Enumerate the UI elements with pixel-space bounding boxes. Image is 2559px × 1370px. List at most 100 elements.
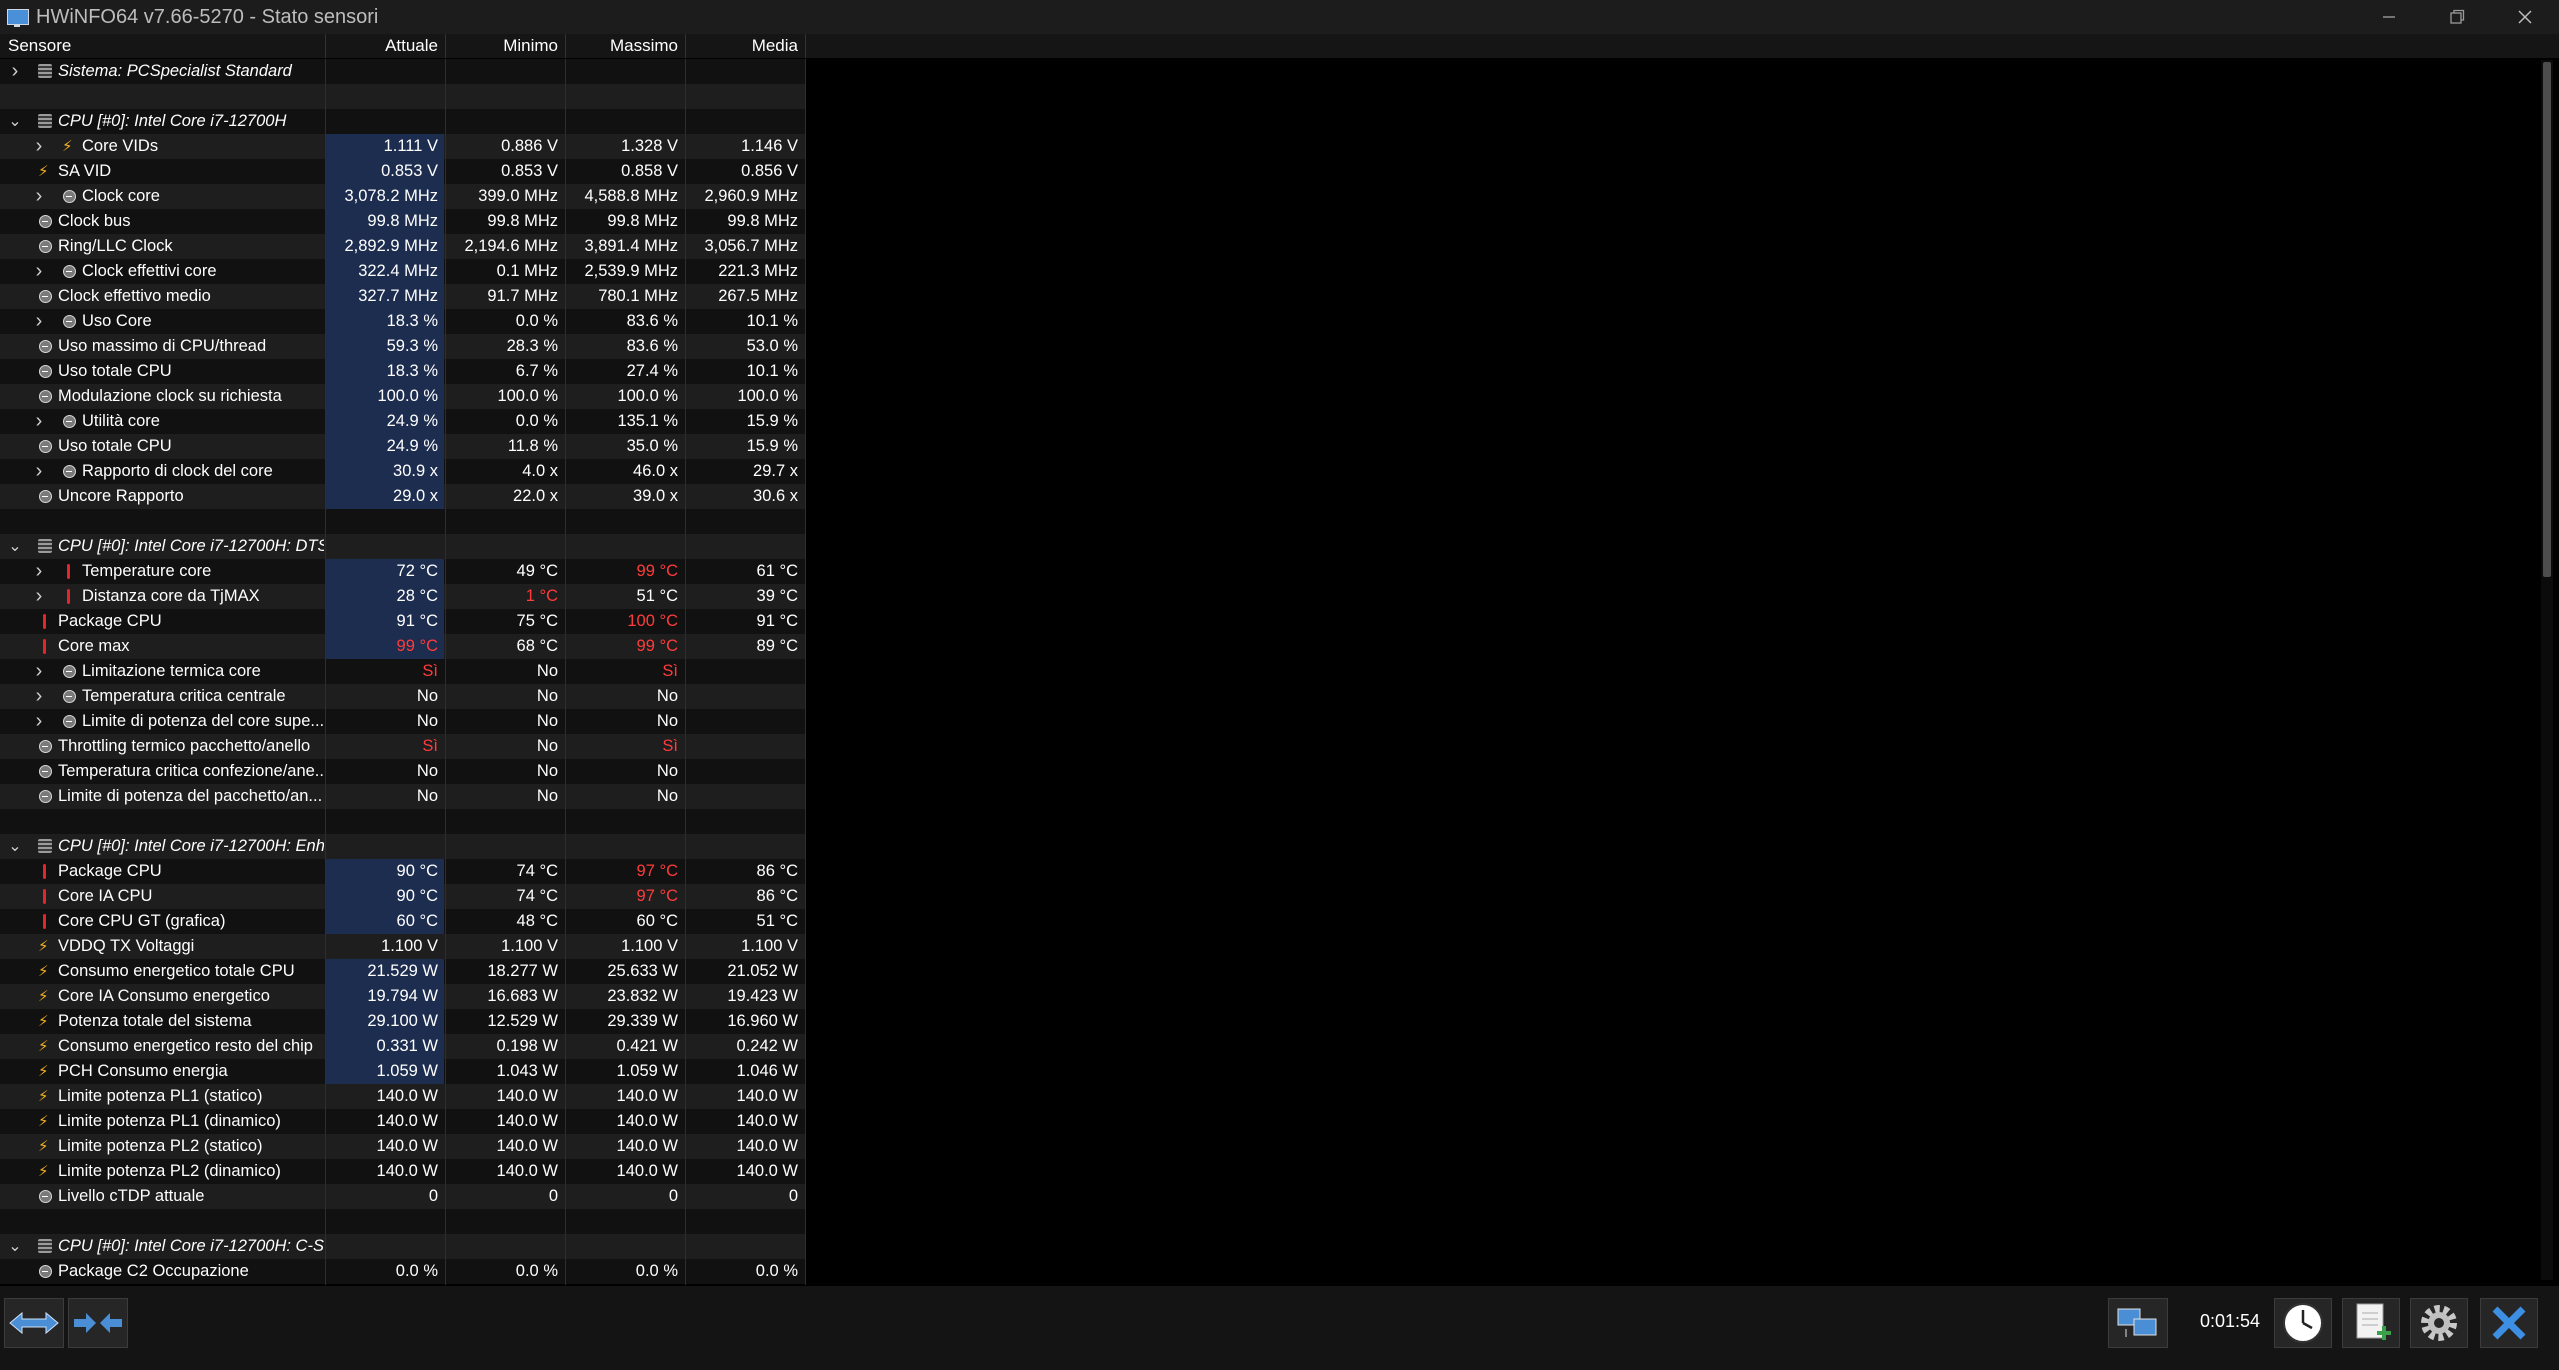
value-current: 1.059 W <box>326 1059 444 1084</box>
restore-button[interactable] <box>2423 0 2491 34</box>
header-max[interactable]: Massimo <box>566 34 678 58</box>
thermometer-icon <box>62 584 76 609</box>
header-sensor[interactable]: Sensore <box>8 34 71 58</box>
inward-arrows-icon <box>74 1313 122 1333</box>
value-max: 140.0 W <box>616 1162 678 1180</box>
value-avg: 0.0 % <box>755 1262 798 1280</box>
chevron-down-icon[interactable]: ⌄ <box>8 109 22 134</box>
value-min: 140.0 W <box>496 1087 558 1105</box>
hwinfo-app-icon <box>6 6 29 28</box>
value-avg <box>686 659 804 684</box>
value-current: Sì <box>422 662 438 680</box>
chevron-down-icon[interactable]: ⌄ <box>8 834 22 859</box>
chevron-right-icon[interactable]: › <box>32 584 46 609</box>
logging-button[interactable] <box>2342 1298 2400 1348</box>
header-current[interactable]: Attuale <box>326 34 438 58</box>
value-min: 48 °C <box>516 912 558 930</box>
sensor-name-cell: ⌄ CPU [#0]: Intel Core i7-12700H <box>0 109 324 134</box>
chevron-down-icon[interactable]: ⌄ <box>8 1234 22 1259</box>
value-max: 97 °C <box>636 862 678 880</box>
sensor-label: Limite potenza PL1 (statico) <box>58 1087 263 1105</box>
value-min: 74 °C <box>516 862 558 880</box>
value-max: 0 <box>668 1187 678 1205</box>
sensor-name-cell: Clock bus <box>0 209 324 234</box>
value-max: 0.421 W <box>616 1037 678 1055</box>
header-min[interactable]: Minimo <box>446 34 558 58</box>
close-window-button[interactable] <box>2491 0 2559 34</box>
chevron-right-icon[interactable]: › <box>32 684 46 709</box>
value-max: 140.0 W <box>616 1137 678 1155</box>
value-min: 68 °C <box>516 637 558 655</box>
sensor-label: Clock core <box>82 187 160 205</box>
sensor-name-cell: Core max <box>0 634 324 659</box>
sensor-name-cell: Clock effettivo medio <box>0 284 324 309</box>
clock-icon <box>38 484 52 509</box>
close-icon <box>2518 10 2532 24</box>
close-sensors-button[interactable] <box>2480 1298 2538 1348</box>
network-button[interactable] <box>2108 1298 2168 1348</box>
value-min: 0.198 W <box>496 1037 558 1055</box>
chevron-right-icon[interactable]: › <box>32 309 46 334</box>
clock-reset-button[interactable] <box>2274 1298 2332 1348</box>
sensor-label: Limite di potenza del core supe... <box>82 712 324 730</box>
sensor-name-cell: Core IA CPU <box>0 884 324 909</box>
value-current: 29.0 x <box>326 484 444 509</box>
chevron-right-icon[interactable]: › <box>32 659 46 684</box>
clock-icon <box>38 759 52 784</box>
chevron-right-icon[interactable]: › <box>32 184 46 209</box>
value-max: 39.0 x <box>633 487 678 505</box>
value-current: 28 °C <box>326 584 444 609</box>
thermometer-icon <box>38 634 52 659</box>
value-max: No <box>656 787 678 805</box>
sensor-label: Temperatura critica centrale <box>82 687 286 705</box>
bolt-icon <box>38 959 52 984</box>
thermometer-icon <box>38 859 52 884</box>
vertical-scrollbar[interactable] <box>2541 60 2553 1280</box>
clock-icon <box>62 409 76 434</box>
header-avg[interactable]: Media <box>686 34 798 58</box>
clock-icon <box>38 734 52 759</box>
value-avg: 140.0 W <box>736 1087 798 1105</box>
settings-button[interactable] <box>2410 1298 2468 1348</box>
value-min: 140.0 W <box>496 1162 558 1180</box>
chevron-right-icon[interactable]: › <box>8 59 22 84</box>
chip-icon <box>38 59 52 84</box>
chevron-right-icon[interactable]: › <box>32 409 46 434</box>
network-monitors-icon <box>2117 1308 2157 1337</box>
sensor-label: Core IA Consumo energetico <box>58 987 270 1005</box>
value-avg: 89 °C <box>756 637 798 655</box>
sensor-name-cell: Limite potenza PL2 (statico) <box>0 1134 324 1159</box>
value-min: 91.7 MHz <box>487 287 558 305</box>
chevron-right-icon[interactable]: › <box>32 709 46 734</box>
value-min: 74 °C <box>516 887 558 905</box>
value-min: 49 °C <box>516 562 558 580</box>
value-avg: 86 °C <box>756 862 798 880</box>
value-current: 18.3 % <box>326 309 444 334</box>
collapse-columns-button[interactable] <box>68 1298 128 1348</box>
sensor-name-cell: PCH Consumo energia <box>0 1059 324 1084</box>
value-max: 46.0 x <box>633 462 678 480</box>
chevron-down-icon[interactable]: ⌄ <box>8 534 22 559</box>
scrollbar-thumb[interactable] <box>2543 62 2551 577</box>
value-min: No <box>536 687 558 705</box>
value-current: 140.0 W <box>376 1112 438 1130</box>
chevron-right-icon[interactable]: › <box>32 259 46 284</box>
sensor-label: Consumo energetico totale CPU <box>58 962 295 980</box>
chevron-right-icon[interactable]: › <box>32 134 46 159</box>
value-min: No <box>536 662 558 680</box>
value-max: 4,588.8 MHz <box>584 187 678 205</box>
value-current: No <box>416 687 438 705</box>
sensor-name-cell: Uso totale CPU <box>0 434 324 459</box>
sensor-label: Potenza totale del sistema <box>58 1012 252 1030</box>
minimize-button[interactable] <box>2355 0 2423 34</box>
chevron-right-icon[interactable]: › <box>32 459 46 484</box>
clock-icon <box>62 259 76 284</box>
chevron-right-icon[interactable]: › <box>32 559 46 584</box>
sensor-label: Sistema: PCSpecialist Standard <box>58 62 292 80</box>
sensor-label: Package CPU <box>58 862 162 880</box>
window-title: HWiNFO64 v7.66-5270 - Stato sensori <box>36 5 379 28</box>
value-avg: 10.1 % <box>746 312 798 330</box>
expand-columns-button[interactable] <box>4 1298 64 1348</box>
value-max: 83.6 % <box>626 312 678 330</box>
value-current: 21.529 W <box>326 959 444 984</box>
